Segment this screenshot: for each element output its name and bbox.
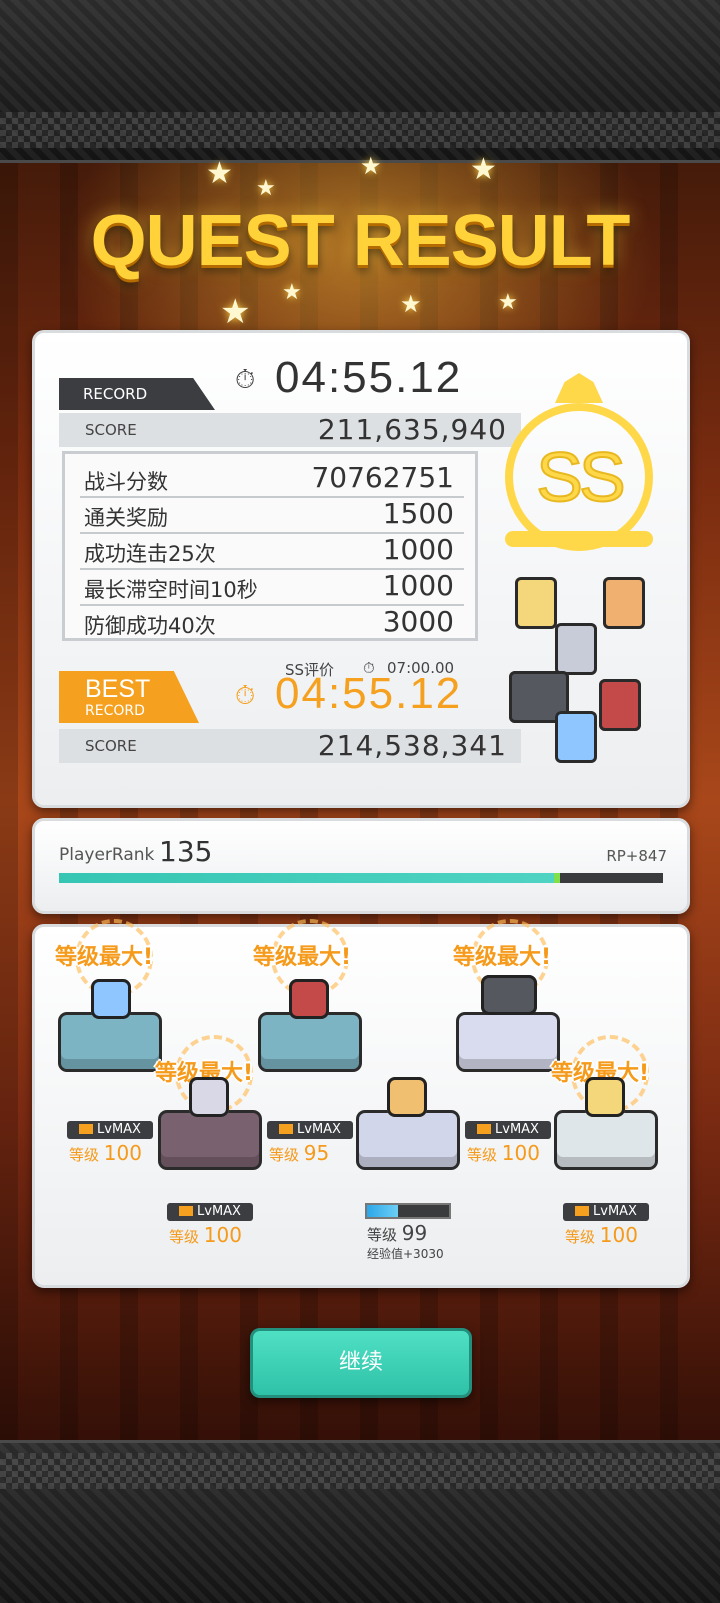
unit-level: 等级 95 [269,1141,330,1165]
party-member-sprite [555,623,597,675]
best-time: 04:55.12 [275,669,463,718]
star-icon: ★ [206,156,233,191]
continue-button[interactable]: 继续 [250,1328,472,1398]
star-icon: ★ [256,176,276,201]
party-member-sprite [599,679,641,731]
unit-exp-gain: 经验值+3030 [367,1247,444,1261]
unit-sprite [289,979,329,1019]
player-rank-progress-fill [59,873,555,883]
lvmax-badge: LvMAX [465,1121,551,1139]
bottom-band [0,1440,720,1603]
rank-badge-base [505,531,653,547]
unit-sprite [91,979,131,1019]
rank-badge-text: SS [535,437,626,517]
player-rank-value: 135 [159,835,213,868]
breakdown-label: 战斗分数 [84,470,168,494]
unit-level: 等级 99 [367,1221,428,1245]
unit-pedestal [261,1015,359,1069]
player-rank-label: PlayerRank [59,845,155,865]
unit-pedestal [61,1015,159,1069]
stopwatch-icon: ⏱ [235,365,256,395]
player-rank-panel: PlayerRank 135 RP+847 [32,818,690,914]
breakdown-row: 最长滞空时间10秒 1000 [80,568,464,606]
best-score-bar: SCORE 214,538,341 [59,729,521,763]
unit-sprite [189,1077,229,1117]
record-score-bar: SCORE 211,635,940 [59,413,521,447]
score-label: SCORE [85,737,137,755]
unit-pedestal [359,1113,457,1167]
unit-exp-progress-fill [367,1205,399,1217]
breakdown-value: 1000 [382,569,454,602]
stopwatch-icon: ⏱ [235,681,256,711]
unit-sprite [585,1077,625,1117]
record-score-value: 211,635,940 [317,413,507,446]
unit-pedestal [459,1015,557,1069]
breakdown-label: 防御成功40次 [84,614,216,638]
breakdown-row: 成功连击25次 1000 [80,532,464,570]
breakdown-row: 战斗分数 70762751 [80,460,464,498]
lvmax-badge: LvMAX [67,1121,153,1139]
breakdown-value: 1500 [382,497,454,530]
best-record-tag: BEST RECORD [59,671,199,723]
unit-level: 等级 100 [565,1223,638,1247]
unit-pedestal [557,1113,655,1167]
breakdown-value: 1000 [382,533,454,566]
score-breakdown: 战斗分数 70762751 通关奖励 1500 成功连击25次 1000 最长滞… [62,451,478,641]
score-label: SCORE [85,421,137,439]
unit-pedestal [161,1113,259,1167]
player-rank-progress [59,873,663,883]
record-tag: RECORD [59,378,215,410]
party-member-sprite [555,711,597,763]
breakdown-label: 通关奖励 [84,506,168,530]
best-score-value: 214,538,341 [317,729,507,762]
level-max-label: 等级最大! [453,945,552,970]
party-member-sprite [603,577,645,629]
best-tag-line1: BEST [85,675,151,703]
breakdown-value: 3000 [382,605,454,638]
star-icon: ★ [360,152,382,180]
star-icon: ★ [498,290,518,315]
level-max-label: 等级最大! [55,945,154,970]
rp-gain: RP+847 [606,847,667,865]
breakdown-row: 防御成功40次 3000 [80,604,464,640]
unit-level-panel: 等级最大! LvMAX 等级 100 等级最大! LvMAX 等级 100 等级… [32,919,690,1288]
record-time: 04:55.12 [275,353,463,402]
player-rank-progress-marker [554,873,561,883]
best-tag-line2: RECORD [85,703,145,719]
breakdown-label: 成功连击25次 [84,542,216,566]
level-max-label: 等级最大! [253,945,352,970]
bottom-checker-pattern [0,1453,720,1489]
top-checker-pattern [0,112,720,148]
top-band [0,0,720,163]
star-icon: ★ [282,280,302,305]
rank-crown-icon [555,373,603,403]
lvmax-badge: LvMAX [167,1203,253,1221]
breakdown-label: 最长滞空时间10秒 [84,578,258,602]
unit-sprite [481,975,537,1015]
party-member-sprite [515,577,557,629]
rank-badge: SS [505,403,653,551]
page-title: QUEST RESULT [90,201,631,281]
breakdown-value: 70762751 [311,461,454,494]
lvmax-badge: LvMAX [563,1203,649,1221]
lvmax-badge: LvMAX [267,1121,353,1139]
unit-level: 等级 100 [169,1223,242,1247]
result-panel: RECORD ⏱ 04:55.12 SCORE 211,635,940 战斗分数… [32,330,690,808]
star-icon: ★ [470,152,497,187]
unit-sprite [387,1077,427,1117]
star-icon: ★ [220,292,251,332]
unit-exp-progress [365,1203,451,1219]
breakdown-row: 通关奖励 1500 [80,496,464,534]
unit-level: 等级 100 [467,1141,540,1165]
unit-level: 等级 100 [69,1141,142,1165]
star-icon: ★ [400,290,422,318]
